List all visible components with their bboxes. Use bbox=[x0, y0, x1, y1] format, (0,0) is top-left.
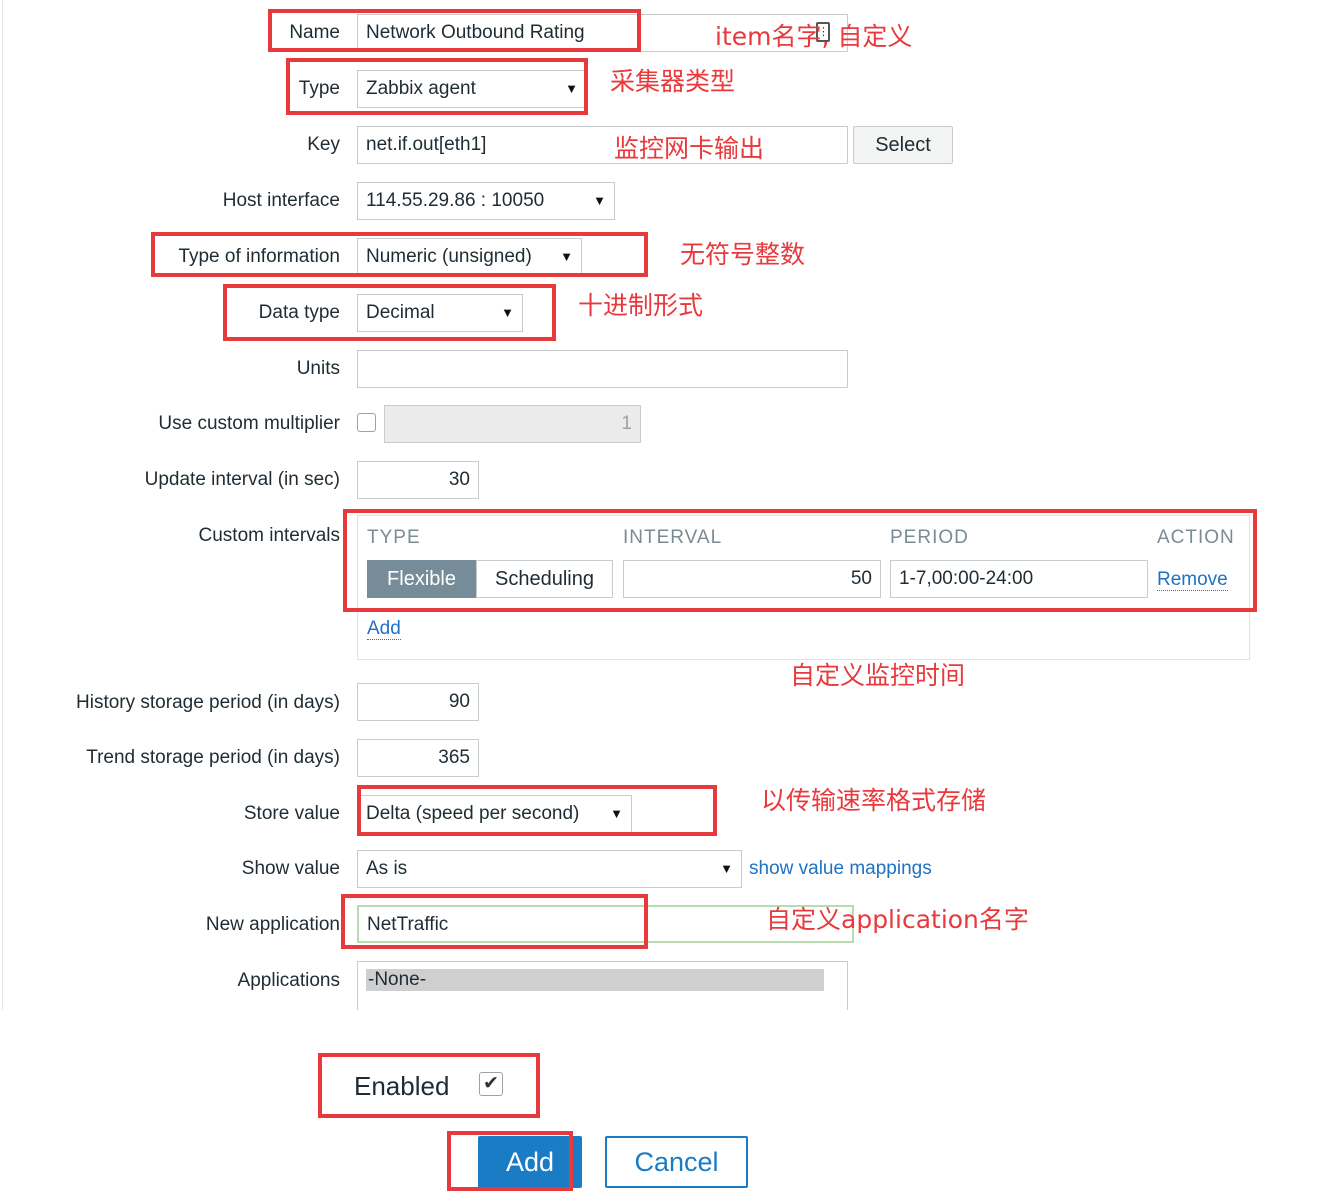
custom-multiplier-input: 1 bbox=[384, 405, 641, 443]
annotation-note-store: 以传输速率格式存储 bbox=[761, 786, 987, 815]
update-interval-label: Update interval (in sec) bbox=[144, 469, 340, 490]
type-select[interactable]: Zabbix agent ▼ bbox=[357, 70, 587, 108]
data-type-value: Decimal bbox=[366, 302, 435, 323]
applications-label: Applications bbox=[237, 970, 340, 991]
type-of-information-value: Numeric (unsigned) bbox=[366, 246, 532, 267]
store-value-label: Store value bbox=[243, 803, 340, 824]
host-interface-select[interactable]: 114.55.29.86 : 10050 ▼ bbox=[357, 182, 615, 220]
key-select-button[interactable]: Select bbox=[853, 126, 953, 164]
applications-listbox[interactable]: -None- bbox=[357, 961, 848, 1010]
annotation-note-datatype: 十进制形式 bbox=[578, 291, 704, 320]
history-input[interactable]: 90 bbox=[357, 683, 479, 721]
interval-column-header: INTERVAL bbox=[623, 527, 723, 548]
show-value-value: As is bbox=[366, 858, 408, 879]
show-value-select[interactable]: As is ▼ bbox=[357, 850, 742, 888]
data-type-select[interactable]: Decimal ▼ bbox=[357, 294, 523, 332]
action-column-header: ACTION bbox=[1157, 527, 1235, 548]
host-interface-label: Host interface bbox=[222, 190, 340, 211]
dropdown-arrow-icon: ▼ bbox=[560, 249, 573, 264]
interval-input[interactable]: 50 bbox=[623, 560, 881, 598]
type-of-information-select[interactable]: Numeric (unsigned) ▼ bbox=[357, 238, 582, 276]
annotation-note-intervals: 自定义监控时间 bbox=[790, 661, 966, 690]
remove-link-wrap: Remove bbox=[1157, 568, 1228, 592]
custom-multiplier-checkbox[interactable] bbox=[357, 413, 376, 432]
enabled-checkbox[interactable]: ✔ bbox=[479, 1072, 503, 1096]
units-input[interactable] bbox=[357, 350, 848, 388]
dropdown-arrow-icon: ▼ bbox=[593, 193, 606, 208]
annotation-note-info: 无符号整数 bbox=[680, 240, 806, 269]
left-border bbox=[2, 0, 3, 1010]
type-of-information-label: Type of information bbox=[178, 246, 340, 267]
show-value-label: Show value bbox=[241, 858, 340, 879]
annotation-note-type: 采集器类型 bbox=[610, 67, 736, 96]
period-input[interactable]: 1-7,00:00-24:00 bbox=[890, 560, 1148, 598]
key-input[interactable]: net.if.out[eth1] bbox=[357, 126, 848, 164]
annotation-note-key: 监控网卡输出 bbox=[614, 134, 765, 163]
period-column-header: PERIOD bbox=[890, 527, 969, 548]
add-link-wrap: Add bbox=[367, 617, 401, 641]
units-label: Units bbox=[296, 358, 340, 379]
cancel-button[interactable]: Cancel bbox=[605, 1136, 748, 1188]
enabled-label: Enabled bbox=[354, 1071, 450, 1101]
store-value-select[interactable]: Delta (speed per second) ▼ bbox=[357, 795, 632, 833]
annotation-note-app: 自定义application名字 bbox=[766, 905, 1029, 934]
host-interface-value: 114.55.29.86 : 10050 bbox=[366, 190, 545, 211]
add-button[interactable]: Add bbox=[478, 1136, 582, 1188]
type-label: Type bbox=[298, 78, 340, 99]
show-value-mappings-link[interactable]: show value mappings bbox=[749, 857, 932, 881]
history-label: History storage period (in days) bbox=[76, 692, 340, 713]
update-interval-input[interactable]: 30 bbox=[357, 461, 479, 499]
dropdown-arrow-icon: ▼ bbox=[501, 305, 514, 320]
dropdown-arrow-icon: ▼ bbox=[720, 861, 733, 876]
name-label: Name bbox=[289, 22, 340, 43]
scheduling-toggle[interactable]: Scheduling bbox=[476, 560, 613, 598]
dropdown-arrow-icon: ▼ bbox=[565, 81, 578, 96]
type-column-header: TYPE bbox=[367, 527, 421, 548]
trend-input[interactable]: 365 bbox=[357, 739, 479, 777]
flexible-toggle[interactable]: Flexible bbox=[367, 560, 476, 598]
add-interval-link[interactable]: Add bbox=[367, 618, 401, 640]
custom-multiplier-label: Use custom multiplier bbox=[158, 413, 340, 434]
data-type-label: Data type bbox=[258, 302, 340, 323]
type-select-value: Zabbix agent bbox=[366, 78, 476, 99]
trend-label: Trend storage period (in days) bbox=[86, 747, 340, 768]
store-value-value: Delta (speed per second) bbox=[366, 803, 580, 824]
key-label: Key bbox=[307, 134, 340, 155]
applications-option-none[interactable]: -None- bbox=[366, 969, 824, 991]
custom-intervals-label: Custom intervals bbox=[198, 525, 341, 546]
annotation-note-name: item名字, 自定义 bbox=[715, 22, 913, 51]
remove-interval-link[interactable]: Remove bbox=[1157, 569, 1228, 591]
new-application-label: New application bbox=[205, 914, 340, 935]
dropdown-arrow-icon: ▼ bbox=[610, 806, 623, 821]
